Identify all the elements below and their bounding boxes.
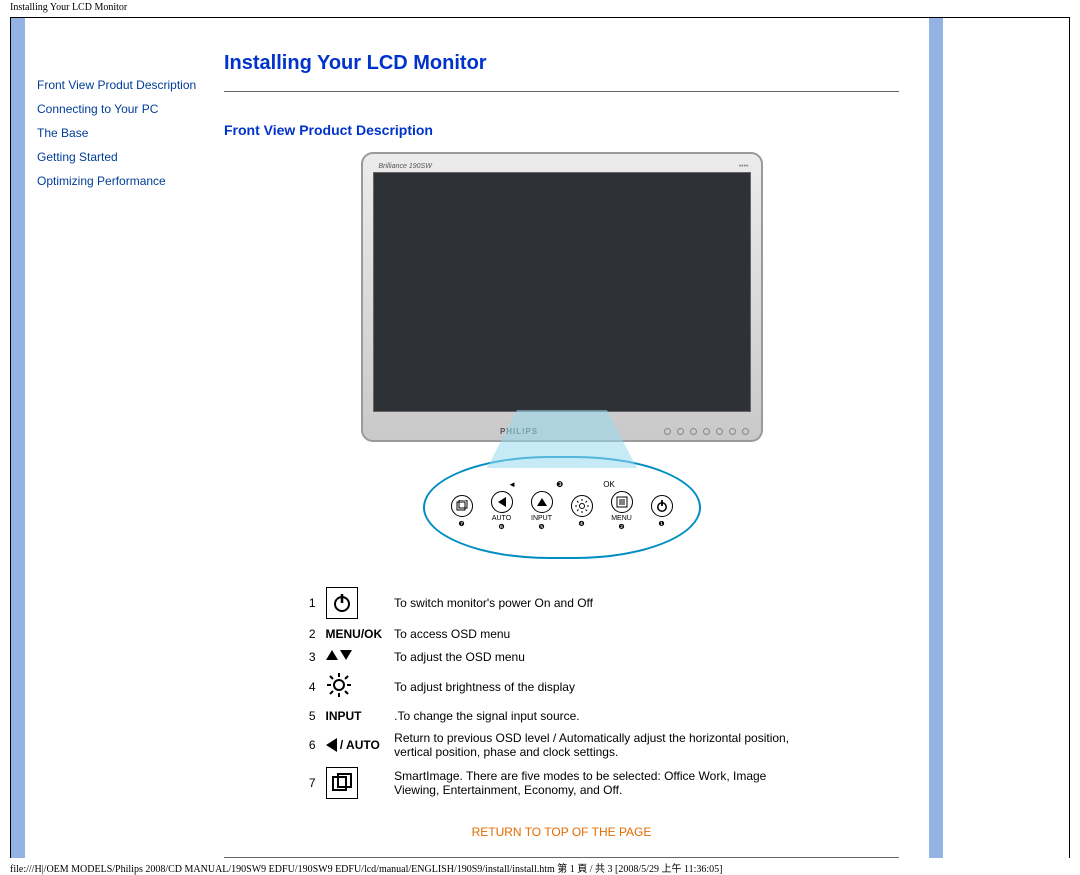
table-row: 1 To switch monitor's power On and Off xyxy=(303,583,820,623)
front-button-icon xyxy=(690,428,697,435)
content: Installing Your LCD Monitor Front View P… xyxy=(224,18,929,858)
sidebar-item-the-base[interactable]: The Base xyxy=(25,126,224,140)
callout-beam xyxy=(457,410,667,470)
brightness-icon xyxy=(326,672,352,701)
sidebar-item-front-view[interactable]: Front View Produt Description xyxy=(25,78,224,92)
legend-desc: To adjust the OSD menu xyxy=(388,645,820,668)
table-row: 4 To adjust brightness of the display xyxy=(303,668,820,705)
bottom-separator xyxy=(224,857,899,858)
legend-desc: Return to previous OSD level / Automatic… xyxy=(388,727,820,763)
table-row: 3 To adjust the OSD menu xyxy=(303,645,820,668)
legend-label: / AUTO xyxy=(337,738,380,752)
legend-desc: .To change the signal input source. xyxy=(388,705,820,727)
callout-item-auto: AUTO ❻ xyxy=(491,491,513,531)
table-row: 6 / AUTO Return to previous OSD level / … xyxy=(303,727,820,763)
monitor-speaker-grille: •••• xyxy=(739,163,749,170)
document-header: Installing Your LCD Monitor xyxy=(0,0,1080,13)
section-title: Front View Product Description xyxy=(224,122,899,138)
footer-path: file:///H|/OEM MODELS/Philips 2008/CD MA… xyxy=(0,858,1080,875)
legend-num: 2 xyxy=(303,623,320,645)
table-row: 2 MENU/OK To access OSD menu xyxy=(303,623,820,645)
front-button-icon xyxy=(677,428,684,435)
monitor-frame: Brilliance 190SW •••• PHILIPS xyxy=(361,152,763,442)
menu-icon xyxy=(611,491,633,513)
front-button-icon xyxy=(729,428,736,435)
monitor-brand-label: Brilliance 190SW xyxy=(379,163,432,170)
callout-item-smartimage: ❼ xyxy=(451,495,473,528)
smartimage-icon xyxy=(451,495,473,517)
legend-desc: SmartImage. There are five modes to be s… xyxy=(388,763,820,803)
callout-item-menu: MENU ❷ xyxy=(611,491,633,531)
monitor-screen xyxy=(373,172,751,412)
front-button-icon xyxy=(742,428,749,435)
legend-desc: To adjust brightness of the display xyxy=(388,668,820,705)
callout-item-power: ❶ xyxy=(651,495,673,528)
legend-label: MENU/OK xyxy=(326,627,383,641)
right-padding xyxy=(943,18,1069,858)
legend-num: 7 xyxy=(303,763,320,803)
page-wrapper: Front View Produt Description Connecting… xyxy=(10,17,1070,858)
page-title: Installing Your LCD Monitor xyxy=(224,52,899,75)
callout-top-num: ❸ xyxy=(556,480,563,489)
callout-item-input: INPUT ❺ xyxy=(531,491,553,531)
callout-top-ok: OK xyxy=(603,480,615,489)
callout-arrow-left-icon: ◄ xyxy=(508,480,516,489)
sidebar-item-connecting[interactable]: Connecting to Your PC xyxy=(25,102,224,116)
front-button-icon xyxy=(703,428,710,435)
up-down-arrows-icon xyxy=(326,649,352,661)
smartimage-icon xyxy=(326,767,358,799)
table-row: 5 INPUT .To change the signal input sour… xyxy=(303,705,820,727)
monitor-button-row xyxy=(664,428,749,435)
arrow-up-icon xyxy=(531,491,553,513)
power-icon xyxy=(651,495,673,517)
legend-label: INPUT xyxy=(326,709,362,723)
callout-item-brightness: ❹ xyxy=(571,495,593,528)
legend-num: 6 xyxy=(303,727,320,763)
sidebar: Front View Produt Description Connecting… xyxy=(25,18,224,858)
right-blue-bar xyxy=(929,18,943,858)
monitor-illustration: Brilliance 190SW •••• PHILIPS xyxy=(224,152,899,442)
return-to-top-link[interactable]: RETURN TO TOP OF THE PAGE xyxy=(224,825,899,839)
button-callout: ◄ ❸ OK ❼ A xyxy=(224,456,899,559)
table-row: 7 SmartImage. There are five modes to be… xyxy=(303,763,820,803)
legend-num: 1 xyxy=(303,583,320,623)
legend-num: 4 xyxy=(303,668,320,705)
front-button-icon xyxy=(716,428,723,435)
legend-desc: To access OSD menu xyxy=(388,623,820,645)
sidebar-item-getting-started[interactable]: Getting Started xyxy=(25,150,224,164)
sidebar-item-optimizing[interactable]: Optimizing Performance xyxy=(25,174,224,188)
arrow-left-icon xyxy=(326,738,337,752)
legend-num: 5 xyxy=(303,705,320,727)
legend-table: 1 To switch monitor's power On and Off 2… xyxy=(303,583,820,803)
legend-desc: To switch monitor's power On and Off xyxy=(388,583,820,623)
left-blue-bar xyxy=(11,18,25,858)
power-icon xyxy=(326,587,358,619)
title-separator xyxy=(224,91,899,92)
legend-num: 3 xyxy=(303,645,320,668)
brightness-icon xyxy=(571,495,593,517)
arrow-left-icon xyxy=(491,491,513,513)
